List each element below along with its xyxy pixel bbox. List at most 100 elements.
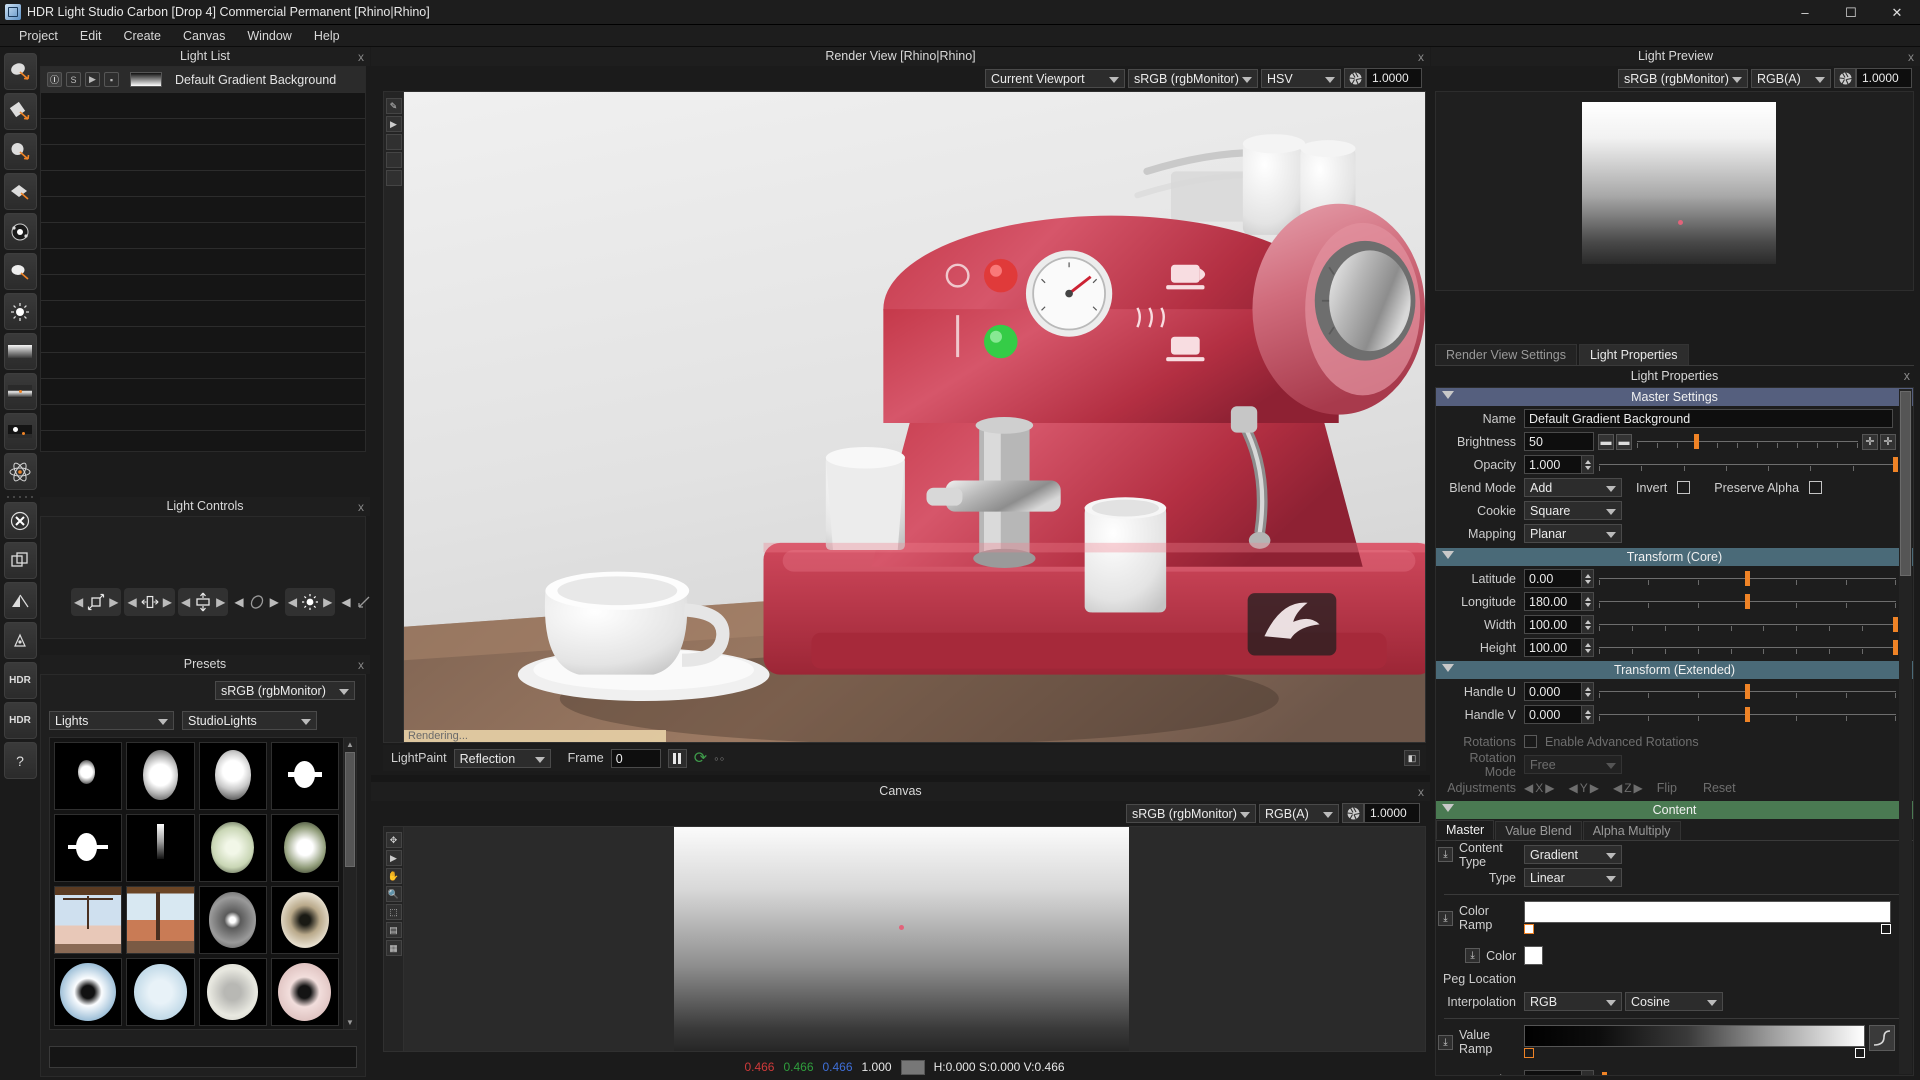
light-list-empty-row[interactable] bbox=[41, 327, 365, 353]
add-image-light-button[interactable] bbox=[3, 213, 37, 250]
adjust-x-control[interactable]: ◀ X ▶ bbox=[1524, 781, 1554, 795]
slider-handle[interactable] bbox=[1893, 457, 1899, 472]
canvas-exposure-value[interactable]: 1.0000 bbox=[1364, 803, 1420, 823]
chevron-down-icon[interactable] bbox=[1606, 1000, 1616, 1006]
preset-thumbnail[interactable] bbox=[270, 886, 339, 954]
longitude-slider[interactable] bbox=[1599, 592, 1896, 611]
chevron-down-icon[interactable] bbox=[1606, 486, 1616, 492]
menu-help[interactable]: Help bbox=[303, 27, 351, 45]
height-input[interactable]: 100.00 bbox=[1524, 638, 1582, 657]
type-select[interactable]: Linear bbox=[1524, 868, 1622, 887]
light-list-body[interactable]: Ⓘ S ▶ ▪ Default Gradient Background bbox=[40, 66, 366, 452]
curve-editor-icon[interactable] bbox=[1869, 1025, 1895, 1051]
canvas-close-icon[interactable]: x bbox=[1418, 783, 1424, 802]
rotation-mode-select[interactable]: Free bbox=[1524, 755, 1622, 774]
hdr-export-button[interactable]: HDR bbox=[3, 662, 37, 699]
right-arrow-icon[interactable]: ▶ bbox=[216, 595, 225, 609]
interpolation-curve-select[interactable]: Cosine bbox=[1625, 992, 1723, 1011]
handle-u-input[interactable]: 0.000 bbox=[1524, 682, 1582, 701]
chevron-down-icon[interactable] bbox=[158, 719, 168, 725]
left-arrow-icon[interactable]: ◀ bbox=[234, 595, 243, 609]
handle-v-stepper[interactable] bbox=[1582, 705, 1594, 724]
download-icon[interactable]: ⤓ bbox=[1438, 1034, 1453, 1050]
light-list-empty-row[interactable] bbox=[41, 197, 365, 223]
transform-core-header[interactable]: Transform (Core) bbox=[1436, 548, 1913, 566]
fit-icon[interactable]: ⬚ bbox=[385, 904, 402, 920]
cursor-icon[interactable]: ▶ bbox=[385, 850, 402, 866]
chevron-down-icon[interactable] bbox=[1606, 532, 1616, 538]
hdr-import-button[interactable]: HDR bbox=[3, 702, 37, 739]
presets-collection-select[interactable]: StudioLights bbox=[182, 711, 317, 730]
chevron-down-icon[interactable] bbox=[534, 756, 545, 763]
light-list-empty-row[interactable] bbox=[41, 249, 365, 275]
preset-thumbnail[interactable] bbox=[270, 814, 339, 882]
chevron-down-icon[interactable] bbox=[1606, 853, 1616, 859]
brightness-plus-button[interactable]: ✛ bbox=[1880, 433, 1896, 450]
flip-button[interactable]: Flip bbox=[1657, 781, 1677, 795]
presets-close-icon[interactable]: x bbox=[358, 656, 364, 675]
handle-u-stepper[interactable] bbox=[1582, 682, 1594, 701]
light-list-empty-row[interactable] bbox=[41, 93, 365, 119]
collapse-triangle-icon[interactable] bbox=[1442, 804, 1454, 812]
right-arrow-icon[interactable]: ▶ bbox=[1545, 781, 1554, 795]
slider-handle[interactable] bbox=[1893, 640, 1899, 655]
preset-thumbnail[interactable] bbox=[198, 886, 267, 954]
brightness-icon[interactable] bbox=[300, 592, 320, 612]
download-icon[interactable]: ⤓ bbox=[1438, 910, 1453, 926]
canvas-exposure-control[interactable]: 1.0000 bbox=[1342, 803, 1420, 823]
peg-value-stepper[interactable] bbox=[1582, 1070, 1594, 1075]
dots-icon[interactable]: ◦◦ bbox=[714, 751, 725, 766]
pin-icon[interactable]: ✎ bbox=[385, 98, 402, 114]
preset-thumbnail[interactable] bbox=[126, 958, 195, 1026]
horizon-light-icon[interactable] bbox=[3, 413, 37, 450]
color-ramp-peg-start[interactable] bbox=[1524, 924, 1534, 934]
aperture-icon[interactable] bbox=[1834, 68, 1856, 88]
zoom-icon[interactable]: 🔍 bbox=[385, 886, 402, 902]
chevron-down-icon[interactable] bbox=[301, 719, 311, 725]
light-list-close-icon[interactable]: x bbox=[358, 48, 364, 67]
canvas-colorspace-select[interactable]: sRGB (rgbMonitor) bbox=[1126, 803, 1256, 823]
reset-button[interactable]: Reset bbox=[1703, 781, 1736, 795]
move-icon[interactable]: ✥ bbox=[385, 832, 402, 848]
chevron-down-icon[interactable] bbox=[1606, 509, 1616, 515]
pause-icon[interactable] bbox=[667, 748, 687, 768]
left-arrow-icon[interactable]: ◀ bbox=[341, 595, 350, 609]
pan-icon[interactable]: ✋ bbox=[385, 868, 402, 884]
scrollbar-thumb[interactable] bbox=[345, 752, 355, 867]
preview-colorspace-select[interactable]: sRGB (rgbMonitor) bbox=[1618, 68, 1748, 88]
menu-edit[interactable]: Edit bbox=[69, 27, 113, 45]
light-list-empty-row[interactable] bbox=[41, 405, 365, 431]
gradient-strip-icon[interactable] bbox=[3, 333, 37, 370]
cursor-icon[interactable]: ▶ bbox=[385, 116, 402, 132]
scale-height-control[interactable]: ◀ ▶ bbox=[177, 588, 229, 616]
add-gradient-light-button[interactable] bbox=[3, 253, 37, 290]
slider-handle[interactable] bbox=[1744, 571, 1750, 586]
preview-exposure-value[interactable]: 1.0000 bbox=[1856, 68, 1912, 88]
right-arrow-icon[interactable]: ▶ bbox=[163, 595, 172, 609]
brightness-minus-button[interactable]: ▬ bbox=[1598, 433, 1614, 450]
render-exposure-control[interactable]: 1.0000 bbox=[1344, 68, 1422, 88]
rect3-icon[interactable] bbox=[385, 170, 402, 186]
presets-colorspace-select[interactable]: sRGB (rgbMonitor) bbox=[215, 681, 355, 700]
value-ramp-peg-end[interactable] bbox=[1855, 1048, 1865, 1058]
download-icon[interactable]: ⤓ bbox=[1465, 948, 1481, 963]
longitude-input[interactable]: 180.00 bbox=[1524, 592, 1582, 611]
width-stepper[interactable] bbox=[1582, 615, 1594, 634]
properties-scrollbar[interactable] bbox=[1899, 389, 1912, 1074]
blend-mode-select[interactable]: Add bbox=[1524, 478, 1622, 497]
slider-handle[interactable] bbox=[1694, 434, 1700, 449]
chevron-down-icon[interactable] bbox=[1109, 76, 1119, 83]
viewport-select[interactable]: Current Viewport bbox=[985, 68, 1125, 88]
content-tab-alpha-multiply[interactable]: Alpha Multiply bbox=[1582, 821, 1681, 840]
brightness-control[interactable]: ◀ ▶ bbox=[284, 588, 336, 616]
add-plane-light-button[interactable] bbox=[3, 173, 37, 210]
chevron-down-icon[interactable] bbox=[1323, 811, 1333, 818]
brightness-input[interactable]: 50 bbox=[1524, 432, 1594, 451]
menu-canvas[interactable]: Canvas bbox=[172, 27, 236, 45]
canvas-light-handle[interactable] bbox=[899, 925, 904, 930]
refresh-icon[interactable]: ⟳ bbox=[694, 748, 707, 768]
right-arrow-icon[interactable]: ▶ bbox=[323, 595, 332, 609]
render-colorspace-select[interactable]: sRGB (rgbMonitor) bbox=[1128, 68, 1258, 88]
transform-extended-header[interactable]: Transform (Extended) bbox=[1436, 661, 1913, 679]
light-list-empty-row[interactable] bbox=[41, 119, 365, 145]
